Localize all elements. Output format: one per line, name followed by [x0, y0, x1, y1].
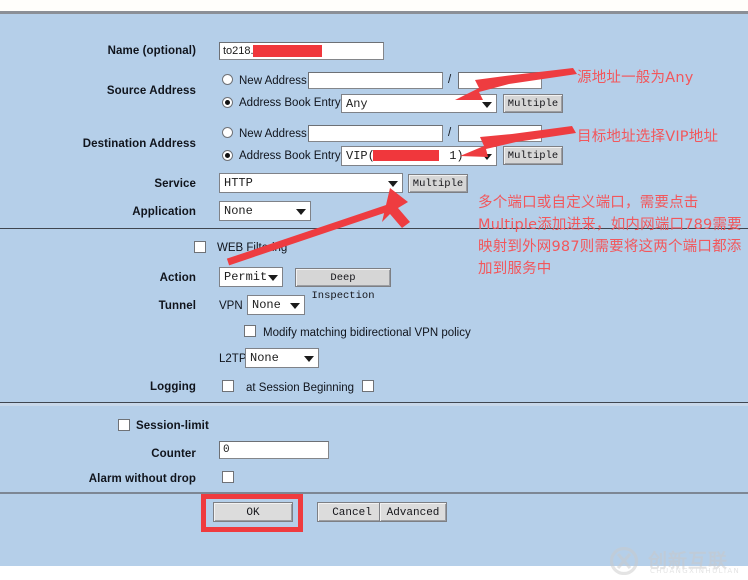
logging-session-beginning-label: at Session Beginning: [246, 382, 355, 394]
source-address-label: Source Address: [106, 85, 196, 97]
name-label: Name (optional): [107, 45, 196, 57]
source-address-book-radio[interactable]: [222, 97, 233, 108]
destination-multiple-button[interactable]: Multiple: [503, 146, 563, 165]
section-divider-2-highlight: [0, 403, 748, 406]
top-white-strip: [0, 0, 748, 11]
alarm-without-drop-label: Alarm without drop: [88, 473, 196, 485]
destination-address-separator: /: [448, 127, 452, 139]
action-value: Permit: [224, 270, 268, 284]
logging-label: Logging: [149, 381, 196, 393]
watermark-logo-icon: [609, 547, 639, 575]
application-value: None: [224, 204, 253, 218]
chevron-down-icon: [304, 356, 314, 362]
chevron-down-icon: [296, 209, 306, 215]
destination-address-annotation: 目标地址选择VIP地址: [577, 129, 719, 145]
source-netmask-input[interactable]: [458, 72, 542, 89]
deep-inspection-button[interactable]: Deep Inspection: [295, 268, 391, 302]
source-new-address-radio[interactable]: [222, 74, 233, 85]
application-label: Application: [132, 206, 196, 218]
source-address-book-select[interactable]: Any: [341, 94, 497, 113]
action-label: Action: [159, 272, 196, 284]
tunnel-vpn-select[interactable]: None: [247, 295, 305, 315]
counter-input[interactable]: 0: [219, 441, 329, 459]
destination-address-redaction-bar: [373, 150, 439, 161]
source-multiple-button[interactable]: Multiple: [503, 94, 563, 113]
destination-new-address-input[interactable]: [308, 125, 443, 142]
l2tp-select[interactable]: None: [245, 348, 319, 368]
session-limit-label: Session-limit: [136, 420, 209, 432]
watermark-secondary-text: CHUANGXINHULIAN: [650, 567, 741, 575]
source-address-book-label: Address Book Entry: [239, 97, 341, 109]
destination-address-book-value-tail: 1): [449, 149, 464, 163]
l2tp-value: None: [250, 351, 279, 365]
destination-address-book-radio[interactable]: [222, 150, 233, 161]
counter-label: Counter: [151, 448, 196, 460]
cancel-button[interactable]: Cancel: [317, 502, 387, 522]
tunnel-vpn-label: VPN: [219, 300, 243, 312]
chevron-down-icon: [388, 181, 398, 187]
source-address-book-value: Any: [346, 97, 368, 111]
session-limit-checkbox[interactable]: [118, 419, 130, 431]
service-label: Service: [154, 178, 196, 190]
source-address-annotation: 源地址一般为Any: [577, 70, 694, 86]
chevron-down-icon: [482, 154, 492, 160]
action-select[interactable]: Permit: [219, 267, 283, 287]
tunnel-vpn-value: None: [252, 298, 281, 312]
tunnel-label: Tunnel: [158, 300, 196, 312]
logging-checkbox[interactable]: [222, 380, 234, 392]
service-multiple-button[interactable]: Multiple: [408, 174, 468, 193]
name-redaction-bar: [253, 45, 322, 57]
advanced-button[interactable]: Advanced: [379, 502, 447, 522]
chevron-down-icon: [482, 101, 492, 108]
alarm-without-drop-checkbox[interactable]: [222, 471, 234, 483]
watermark: 创新互联 CHUANGXINHULIAN: [608, 545, 744, 579]
destination-address-label: Destination Address: [82, 138, 196, 150]
web-filtering-checkbox[interactable]: [194, 241, 206, 253]
logging-session-beginning-checkbox[interactable]: [362, 380, 374, 392]
source-address-separator: /: [448, 74, 452, 86]
source-new-address-label: New Address: [239, 75, 307, 87]
chevron-down-icon: [290, 303, 300, 309]
ok-button-highlight: [201, 494, 303, 532]
service-select[interactable]: HTTP: [219, 173, 403, 193]
service-value: HTTP: [224, 176, 253, 190]
modify-bidirectional-label: Modify matching bidirectional VPN policy: [263, 327, 471, 339]
l2tp-label: L2TP: [219, 353, 247, 365]
destination-new-address-label: New Address: [239, 128, 307, 140]
service-annotation: 多个端口或自定义端口，需要点击Multiple添加进来，如内网端口789需要映射…: [478, 195, 742, 277]
destination-netmask-input[interactable]: [458, 125, 542, 142]
destination-new-address-radio[interactable]: [222, 127, 233, 138]
chevron-down-icon: [268, 275, 278, 281]
application-select[interactable]: None: [219, 201, 311, 221]
policy-edit-screen: Name (optional) to218. Source Address Ne…: [0, 0, 748, 580]
section-divider-3: [0, 492, 748, 494]
source-new-address-input[interactable]: [308, 72, 443, 89]
modify-bidirectional-checkbox[interactable]: [244, 325, 256, 337]
web-filtering-label: WEB Filtering: [217, 242, 288, 254]
destination-address-book-label: Address Book Entry: [239, 150, 341, 162]
